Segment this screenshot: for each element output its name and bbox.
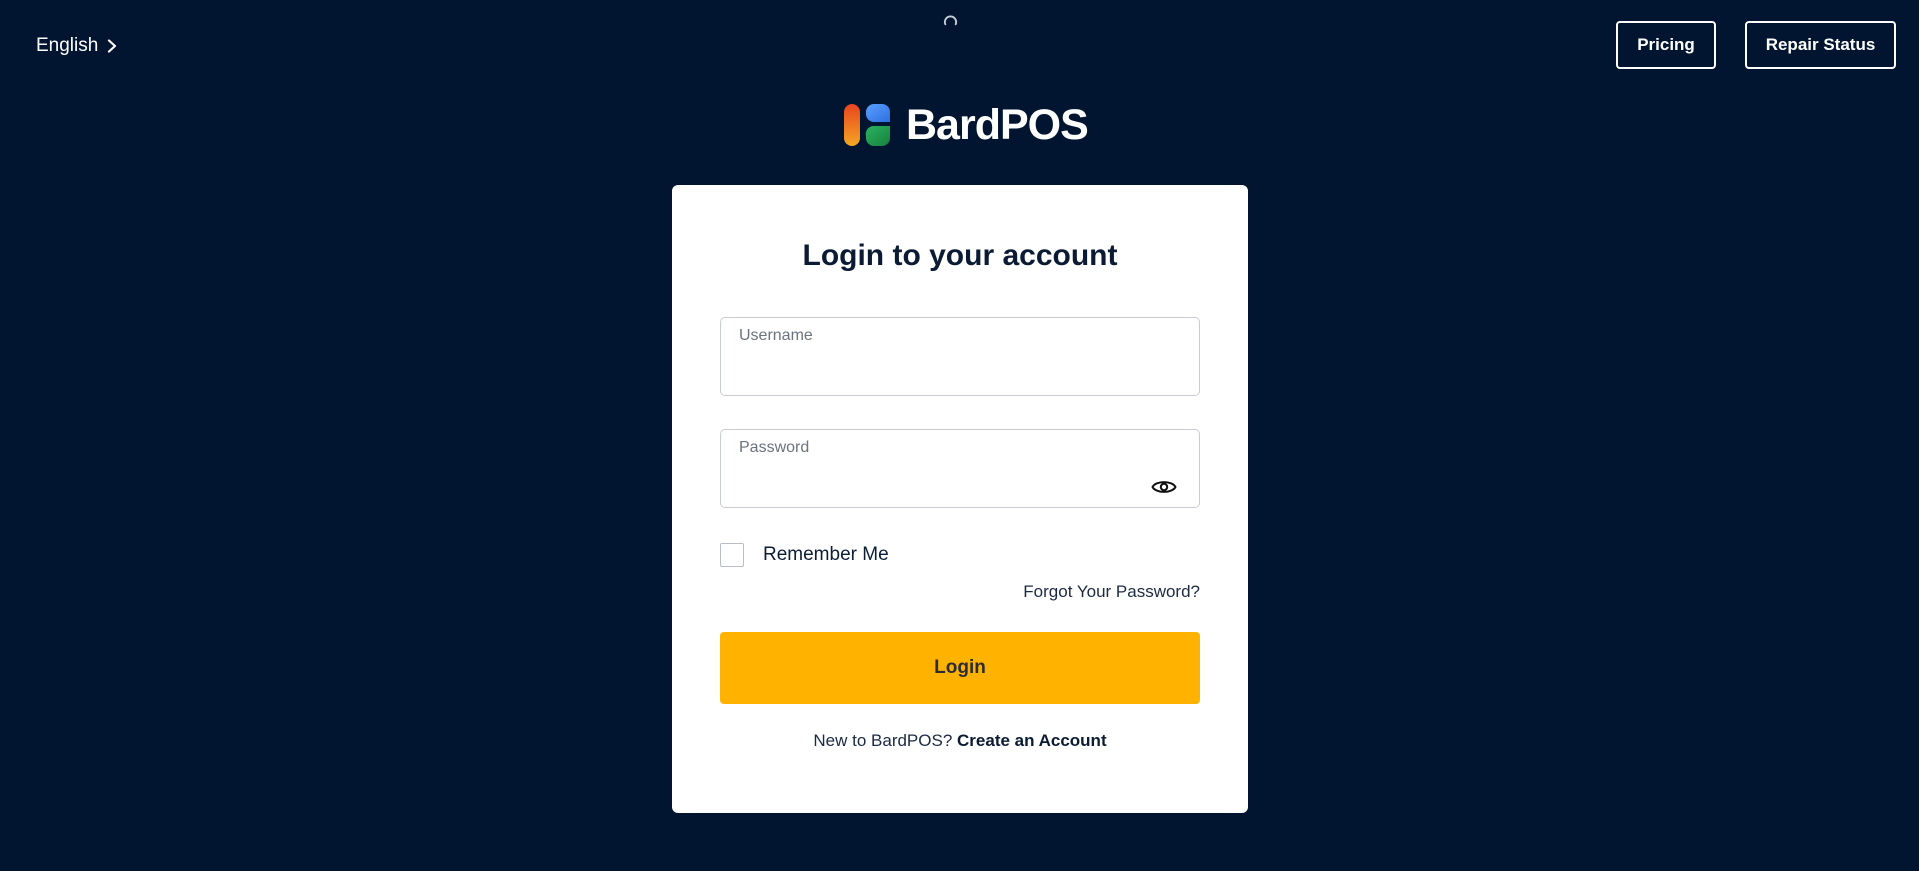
username-field[interactable]: Username xyxy=(720,317,1200,396)
brand-name: BardPOS xyxy=(906,100,1089,149)
eye-icon[interactable] xyxy=(1151,478,1177,496)
language-selector[interactable]: English xyxy=(36,35,118,57)
create-account-link[interactable]: Create an Account xyxy=(957,731,1107,750)
pricing-button[interactable]: Pricing xyxy=(1616,21,1716,69)
login-button-label: Login xyxy=(934,657,986,678)
chevron-right-icon xyxy=(108,39,117,53)
repair-status-button[interactable]: Repair Status xyxy=(1745,21,1896,69)
password-field[interactable]: Password xyxy=(720,429,1200,508)
forgot-password-link[interactable]: Forgot Your Password? xyxy=(1023,582,1200,602)
signup-row: New to BardPOS? Create an Account xyxy=(672,731,1248,751)
remember-me[interactable]: Remember Me xyxy=(720,543,889,567)
page-title: Login to your account xyxy=(802,239,1118,272)
brand-logo: BardPOS xyxy=(842,100,1089,149)
password-label: Password xyxy=(739,439,810,456)
language-label: English xyxy=(36,35,99,56)
login-button[interactable]: Login xyxy=(720,632,1200,704)
spinner-icon xyxy=(943,15,958,26)
signup-prompt: New to BardPOS? xyxy=(813,731,953,750)
username-input[interactable] xyxy=(739,355,1151,385)
username-label: Username xyxy=(739,327,813,344)
logo-mark-icon xyxy=(844,104,890,146)
password-input[interactable] xyxy=(739,467,1151,497)
remember-me-label: Remember Me xyxy=(763,544,889,565)
login-card: Login to your account Username Password … xyxy=(672,185,1248,813)
pricing-button-label: Pricing xyxy=(1637,35,1695,54)
remember-me-checkbox[interactable] xyxy=(720,543,744,567)
repair-status-button-label: Repair Status xyxy=(1765,35,1876,54)
